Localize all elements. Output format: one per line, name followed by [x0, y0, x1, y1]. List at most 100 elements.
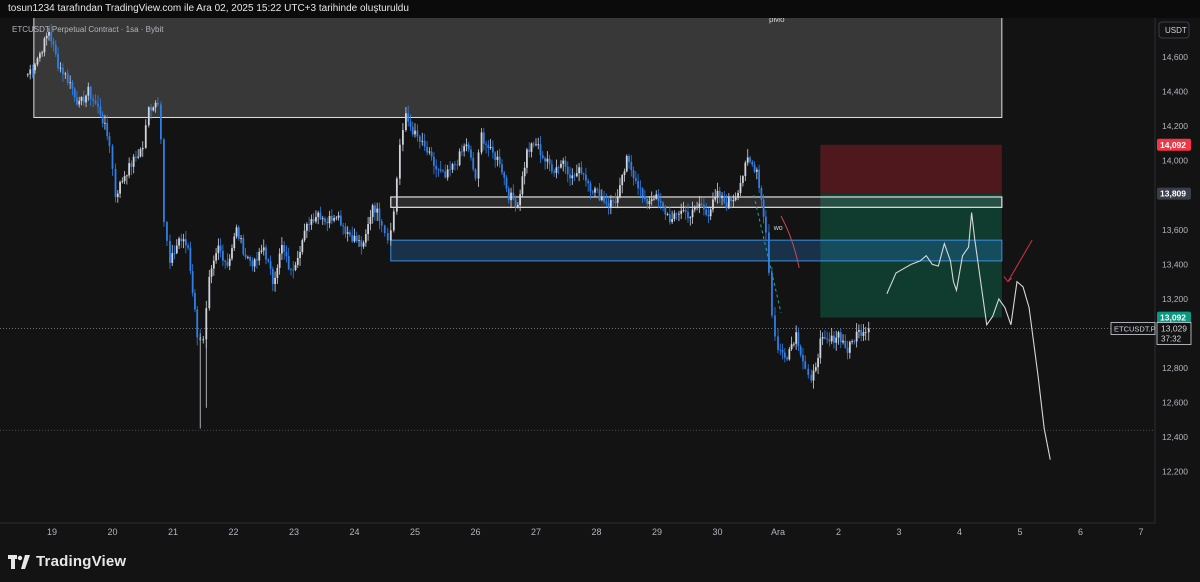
candle-body [108, 136, 111, 147]
candle-body [709, 209, 712, 217]
candle-body [349, 232, 351, 236]
candle-body [637, 180, 639, 189]
candle-body [128, 163, 131, 176]
candle-body [516, 205, 519, 207]
candle-body [369, 217, 372, 225]
candle-body [114, 168, 117, 197]
price-tick-label: 14,600 [1162, 52, 1188, 62]
currency-label: USDT [1165, 26, 1187, 35]
candle-body [771, 272, 773, 316]
price-badge-label: 13,092 [1160, 313, 1186, 323]
candle-body [477, 152, 480, 179]
candle-body [768, 232, 770, 273]
candle-body [505, 177, 508, 189]
candle-body [240, 238, 242, 239]
candle-body [29, 69, 32, 75]
candle-body [835, 337, 838, 343]
stop-zone[interactable] [820, 144, 1002, 194]
candle-body [123, 176, 126, 182]
candle-body [283, 245, 286, 252]
candle-body [632, 170, 635, 178]
candle-body [684, 210, 687, 212]
candle-body [765, 216, 767, 233]
tradingview-logo[interactable]: TradingView [8, 553, 126, 570]
price-chart[interactable]: wo pMo ETCUSDT Perpetual Contract · 1sa · … [0, 18, 1200, 545]
candle-body [501, 164, 503, 173]
time-tick-label: 23 [289, 527, 299, 537]
candle-body [59, 67, 62, 69]
candle-body [659, 200, 662, 203]
time-tick-label: 21 [168, 527, 178, 537]
candle-body [823, 336, 826, 339]
candle-body [535, 144, 537, 146]
candle-body [244, 254, 247, 258]
supply-zone[interactable] [33, 18, 1003, 118]
candle-body [191, 271, 194, 294]
time-tick-label: 24 [349, 527, 359, 537]
candle-body [262, 247, 265, 251]
footer-bar: TradingView [0, 545, 1200, 582]
candle-body [395, 178, 398, 212]
candle-body [625, 156, 628, 172]
candle-body [180, 238, 183, 242]
candle-body [585, 174, 587, 181]
candle-body [507, 188, 510, 201]
candle-body [689, 217, 692, 219]
candle-body [303, 230, 306, 241]
candle-body [867, 328, 870, 333]
candle-body [435, 165, 438, 170]
candle-body [797, 332, 800, 347]
candle-body [746, 157, 749, 163]
candle-body [278, 253, 281, 268]
candle-body [362, 242, 365, 247]
candle-body [337, 215, 340, 218]
candle-body [52, 41, 55, 45]
candle-body [202, 339, 205, 341]
candle-body [605, 201, 608, 204]
candle-body [657, 194, 660, 201]
candle-body [317, 212, 320, 217]
candle-body [639, 188, 642, 190]
candle-body [376, 208, 379, 213]
candle-body [292, 269, 295, 271]
candle-body [426, 146, 428, 153]
candle-body [855, 331, 858, 342]
candle-body [414, 130, 416, 135]
candle-body [591, 191, 594, 193]
candle-body [215, 253, 218, 261]
candle-body [753, 164, 756, 172]
candle-body [589, 183, 592, 192]
demand-zone[interactable] [390, 239, 1003, 262]
candle-body [512, 192, 515, 200]
candle-body [628, 156, 630, 162]
candle-body [328, 215, 331, 224]
candle-body [104, 122, 106, 124]
candle-body [26, 74, 29, 76]
candle-body [494, 152, 497, 160]
candle-body [777, 336, 779, 350]
candle-body [89, 86, 92, 99]
candle-body [799, 346, 802, 356]
candle-body [616, 197, 619, 203]
candle-body [265, 247, 267, 260]
price-badge-label: 14,092 [1160, 140, 1186, 150]
candle-body [196, 309, 199, 338]
candle-body [242, 238, 245, 255]
candle-body [315, 216, 317, 222]
candle-body [36, 58, 39, 65]
candle-body [166, 222, 168, 241]
time-tick-label: 20 [107, 527, 117, 537]
candle-body [603, 197, 605, 202]
candle-body [312, 219, 315, 222]
candle-body [790, 344, 793, 350]
candle-body [54, 44, 57, 55]
candle-body [173, 253, 176, 254]
candle-body [308, 224, 311, 225]
candle-body [258, 251, 261, 261]
level-box[interactable] [390, 196, 1003, 208]
candle-body [526, 149, 528, 168]
candle-body [160, 104, 162, 140]
candle-body [416, 130, 419, 137]
candle-body [45, 35, 48, 39]
candle-body [553, 171, 556, 173]
